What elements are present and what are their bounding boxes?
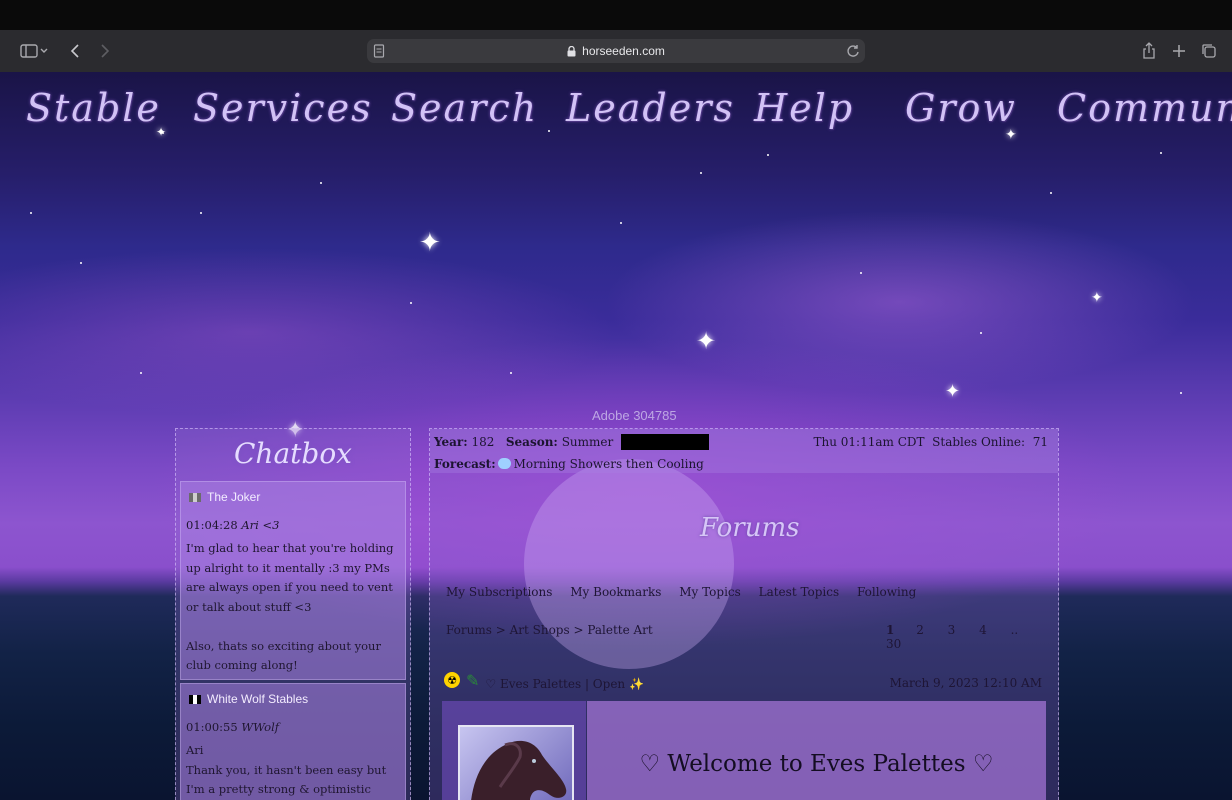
share-icon [1143, 42, 1155, 59]
star [860, 272, 862, 274]
status-right: Thu 01:11am CDT Stables Online: 71 [813, 435, 1048, 449]
sparkle: ✦ [419, 228, 441, 258]
star [1050, 192, 1052, 194]
nav-help[interactable]: Help [754, 86, 854, 130]
clock-text: Thu 01:11am CDT [813, 435, 925, 449]
subnav-my-topics[interactable]: My Topics [679, 585, 741, 599]
lock-icon [567, 45, 576, 56]
chat-username[interactable]: The Joker [189, 490, 260, 504]
star [700, 172, 702, 174]
plus-icon [1173, 45, 1185, 57]
chat-timestamp: 01:00:55 WWolf [186, 720, 280, 734]
star [140, 372, 142, 374]
chat-text: I'm glad to hear that you're holding up … [186, 541, 394, 672]
page-link[interactable]: 30 [886, 637, 901, 651]
star [767, 154, 769, 156]
chat-timestamp: 01:04:28 Ari <3 [186, 518, 280, 532]
sparkle: ✦ [945, 381, 961, 402]
sidebar-icon [20, 44, 48, 58]
chevron-right-icon [101, 44, 110, 58]
star [80, 262, 82, 264]
star [30, 212, 32, 214]
tabs-icon [1202, 44, 1216, 58]
subnav-latest-topics[interactable]: Latest Topics [759, 585, 840, 599]
chevron-left-icon [70, 44, 79, 58]
nav-leaders[interactable]: Leaders [566, 86, 735, 130]
flag-icon [189, 694, 201, 704]
subnav-subscriptions[interactable]: My Subscriptions [446, 585, 552, 599]
moon-graphic [524, 459, 734, 669]
page-link[interactable]: 3 [948, 623, 956, 637]
topic-date: March 9, 2023 12:10 AM [889, 676, 1042, 690]
avatar[interactable] [458, 725, 574, 800]
page-ellipsis: .. [1010, 623, 1019, 637]
chatbox: Chatbox The Joker 01:04:28 Ari <3 I'm gl… [175, 428, 411, 800]
share-button[interactable] [1138, 30, 1160, 72]
post-heading: ♡ Welcome to Eves Palettes ♡ [639, 751, 994, 777]
url-text: horseeden.com [582, 44, 665, 58]
nav-search[interactable]: Search [391, 86, 538, 130]
star [510, 372, 512, 374]
star [200, 212, 202, 214]
browser-toolbar: horseeden.com [0, 30, 1232, 73]
sidebar-toggle-button[interactable] [14, 30, 54, 72]
status-line: Year: 182 Season: Summer [434, 434, 710, 450]
chat-text: Ari Thank you, it hasn't been easy but I… [186, 743, 387, 796]
star [410, 302, 412, 304]
ad-label[interactable]: Adobe 304785 [592, 408, 677, 423]
page-link[interactable]: 2 [916, 623, 924, 637]
redacted-bar [621, 434, 710, 450]
main-panel: Year: 182 Season: Summer Thu 01:11am CDT… [429, 428, 1059, 800]
sparkle: ✦ [696, 327, 717, 355]
page-background: ✦ ✦ ✦ ✦ ✦ ✦ ✦ Stable Services Search Lea… [0, 72, 1232, 800]
subnav-bookmarks[interactable]: My Bookmarks [570, 585, 661, 599]
chatbox-title: Chatbox [234, 437, 352, 470]
reload-icon[interactable] [845, 43, 861, 59]
breadcrumb[interactable]: Forums > Art Shops > Palette Art [446, 623, 653, 637]
forward-button[interactable] [94, 30, 116, 72]
flag-icon [189, 492, 201, 502]
forum-subnav: My Subscriptions My Bookmarks My Topics … [446, 585, 930, 599]
os-menu-bar [0, 0, 1232, 30]
post-author-panel [442, 701, 586, 800]
forecast-line: Forecast: Morning Showers then Cooling [434, 457, 704, 471]
chat-recipient: WWolf [241, 720, 280, 734]
nav-grow[interactable]: Grow [905, 86, 1017, 130]
chat-recipient: Ari <3 [241, 518, 280, 532]
back-button[interactable] [64, 30, 86, 72]
star [1180, 392, 1182, 394]
topic-title[interactable]: ♡ Eves Palettes | Open ✨ [485, 669, 644, 691]
nav-community[interactable]: Community [1057, 86, 1232, 130]
topic-header: ☢ ✎ ♡ Eves Palettes | Open ✨ [444, 669, 644, 691]
chat-username[interactable]: White Wolf Stables [189, 692, 308, 706]
sparkle: ✦ [1091, 290, 1103, 306]
post-body: ♡ Welcome to Eves Palettes ♡ [587, 701, 1046, 800]
star [320, 182, 322, 184]
star [1160, 152, 1162, 154]
site-nav: Stable Services Search Leaders Help Grow… [0, 86, 1232, 146]
chat-message: The Joker 01:04:28 Ari <3 I'm glad to he… [180, 481, 406, 680]
page-current: 1 [886, 623, 895, 637]
cloud-rain-icon [497, 458, 511, 469]
page-link[interactable]: 4 [979, 623, 987, 637]
page-icon [373, 44, 385, 58]
syringe-icon: ✎ [466, 670, 480, 690]
forums-title: Forums [700, 513, 800, 543]
radioactive-icon: ☢ [444, 672, 460, 688]
online-count: 71 [1032, 435, 1048, 449]
forecast-text: Morning Showers then Cooling [513, 457, 704, 471]
star [980, 332, 982, 334]
pagination: 1 2 3 4 .. 30 [886, 623, 1058, 651]
tab-overview-button[interactable] [1198, 30, 1220, 72]
nav-services[interactable]: Services [193, 86, 373, 130]
horse-avatar-image [471, 740, 567, 800]
season-value: Summer [561, 435, 614, 449]
star [620, 222, 622, 224]
nav-stable[interactable]: Stable [26, 86, 161, 130]
new-tab-button[interactable] [1168, 30, 1190, 72]
year-value: 182 [471, 435, 495, 449]
subnav-following[interactable]: Following [857, 585, 916, 599]
address-bar[interactable]: horseeden.com [367, 39, 865, 63]
chat-message: White Wolf Stables 01:00:55 WWolf Ari Th… [180, 683, 406, 800]
